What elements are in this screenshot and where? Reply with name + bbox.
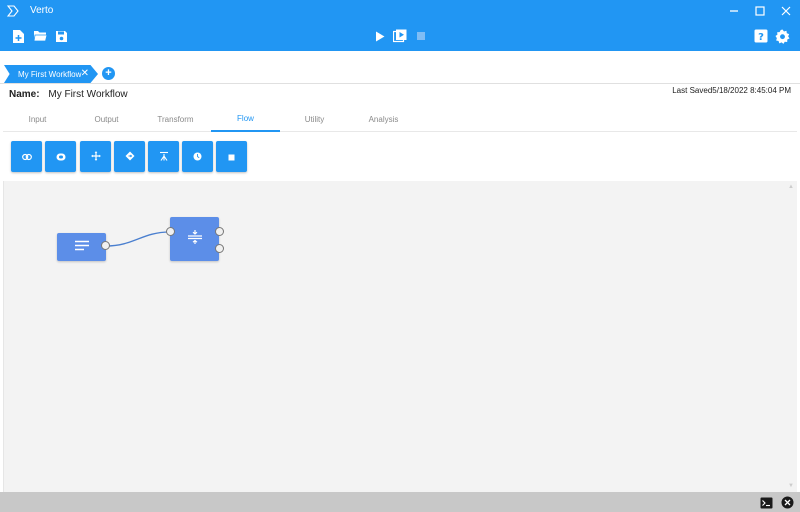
tab-utility[interactable]: Utility xyxy=(280,106,349,132)
workflow-name-label: Name: xyxy=(9,89,40,100)
branch-icon xyxy=(159,148,169,166)
node-output-port-top[interactable] xyxy=(215,227,224,236)
last-saved-label: Last Saved xyxy=(672,86,713,95)
close-circle-icon[interactable] xyxy=(781,496,794,509)
node-output-port[interactable] xyxy=(101,241,110,250)
new-file-icon[interactable] xyxy=(10,28,26,44)
scroll-down-icon[interactable]: ▼ xyxy=(787,482,795,490)
decision-icon xyxy=(125,148,135,166)
move-tool-button[interactable] xyxy=(80,141,111,172)
tab-flow[interactable]: Flow xyxy=(211,106,280,132)
workflow-name-value[interactable]: My First Workflow xyxy=(48,89,127,100)
scroll-up-icon[interactable]: ▲ xyxy=(787,183,795,191)
tab-analysis[interactable]: Analysis xyxy=(349,106,418,132)
save-icon[interactable] xyxy=(53,28,69,44)
stop-icon xyxy=(228,148,235,166)
tab-input[interactable]: Input xyxy=(3,106,72,132)
category-tabs: Input Output Transform Flow Utility Anal… xyxy=(3,106,797,132)
settings-icon[interactable] xyxy=(774,28,790,44)
split-icon xyxy=(187,229,203,250)
chevron-logo-icon xyxy=(7,4,21,18)
minimize-icon[interactable] xyxy=(726,3,742,19)
title-bar: Verto xyxy=(0,0,800,21)
tab-my-first-workflow[interactable]: My First Workflow ✕ xyxy=(4,65,98,83)
main-toolbar: ? xyxy=(0,21,800,51)
move-icon xyxy=(91,148,101,166)
loop-icon xyxy=(56,148,66,166)
run-icon[interactable] xyxy=(372,28,388,44)
link-tool-button[interactable] xyxy=(11,141,42,172)
stop-icon[interactable] xyxy=(413,28,429,44)
tab-label: My First Workflow xyxy=(18,69,82,79)
workflow-canvas[interactable]: ▲ ▼ xyxy=(3,181,797,492)
workflow-name-row: Name: My First Workflow xyxy=(9,89,128,100)
stop-tool-button[interactable] xyxy=(216,141,247,172)
help-icon[interactable]: ? xyxy=(753,28,769,44)
svg-text:?: ? xyxy=(758,32,764,43)
last-saved: Last Saved5/18/2022 8:45:04 PM xyxy=(672,86,791,95)
tab-close-icon[interactable]: ✕ xyxy=(81,68,89,80)
close-icon[interactable] xyxy=(778,3,794,19)
text-lines-icon xyxy=(74,238,90,256)
run-step-icon[interactable] xyxy=(392,28,408,44)
terminal-icon[interactable] xyxy=(760,496,773,509)
maximize-icon[interactable] xyxy=(752,3,768,19)
add-tab-button[interactable]: + xyxy=(102,67,115,80)
loop-tool-button[interactable] xyxy=(45,141,76,172)
document-tab-strip: My First Workflow ✕ xyxy=(0,51,800,84)
text-input-node[interactable] xyxy=(57,233,106,261)
tab-transform[interactable]: Transform xyxy=(141,106,210,132)
timer-tool-button[interactable] xyxy=(182,141,213,172)
node-input-port[interactable] xyxy=(166,227,175,236)
tab-output[interactable]: Output xyxy=(72,106,141,132)
open-folder-icon[interactable] xyxy=(32,28,48,44)
status-bar xyxy=(0,492,800,512)
link-icon xyxy=(21,148,32,166)
connection-line xyxy=(105,231,171,247)
window-controls xyxy=(726,0,794,21)
timer-icon xyxy=(193,148,202,166)
branch-tool-button[interactable] xyxy=(148,141,179,172)
window-title: Verto xyxy=(30,5,54,16)
node-output-port-bottom[interactable] xyxy=(215,244,224,253)
last-saved-value: 5/18/2022 8:45:04 PM xyxy=(712,86,791,95)
decision-tool-button[interactable] xyxy=(114,141,145,172)
flow-tool-row xyxy=(3,133,797,181)
split-node[interactable] xyxy=(170,217,219,261)
